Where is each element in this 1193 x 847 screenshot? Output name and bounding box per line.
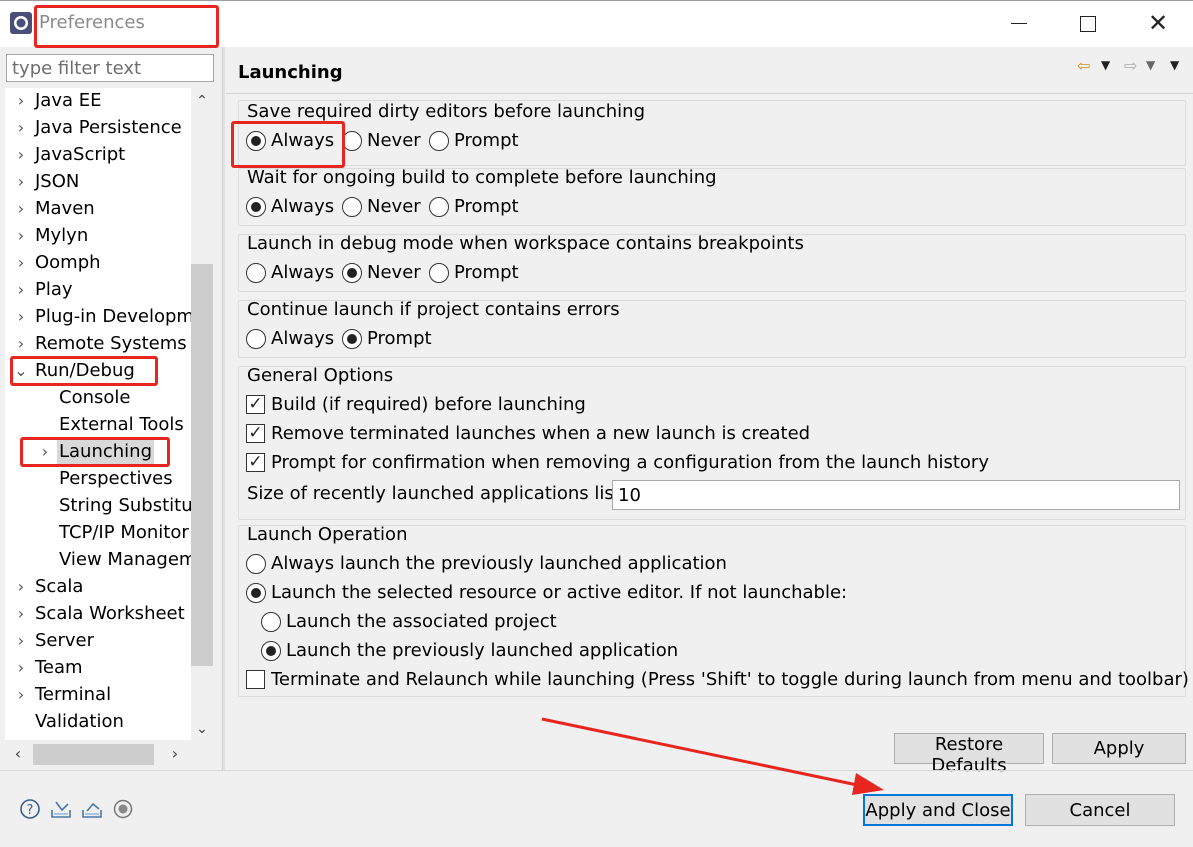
annotation-arrow <box>541 717 884 795</box>
